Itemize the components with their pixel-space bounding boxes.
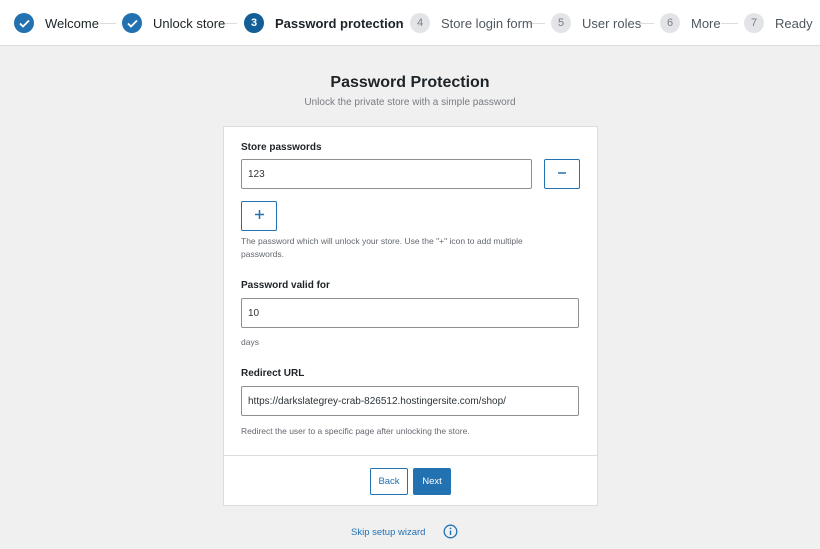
redirect-url-label: Redirect URL xyxy=(241,368,305,379)
valid-for-unit: days xyxy=(241,337,259,347)
step-number: 3 xyxy=(244,13,264,33)
card-divider xyxy=(224,455,597,456)
plus-icon xyxy=(254,207,265,225)
step-number: 5 xyxy=(551,13,571,33)
info-icon[interactable] xyxy=(443,524,458,539)
minus-icon xyxy=(557,165,567,183)
setup-wizard-stepper: Welcome Unlock store 3 Password protecti… xyxy=(0,0,820,46)
step-label: Password protection xyxy=(275,15,404,31)
password-valid-for-input[interactable] xyxy=(241,298,579,328)
step-number: 6 xyxy=(660,13,680,33)
redirect-url-help: Redirect the user to a specific page aft… xyxy=(241,426,470,436)
step-number: 4 xyxy=(410,13,430,33)
step-store-login-form[interactable]: 4 Store login form xyxy=(410,12,533,34)
step-label: Ready xyxy=(775,15,813,31)
step-number: 7 xyxy=(744,13,764,33)
step-more[interactable]: 6 More xyxy=(660,12,721,34)
remove-password-button[interactable] xyxy=(544,159,580,189)
step-label: Welcome xyxy=(45,15,99,31)
page-title: Password Protection xyxy=(330,74,490,91)
step-label: User roles xyxy=(582,15,642,31)
step-password-protection[interactable]: 3 Password protection xyxy=(244,12,404,34)
store-passwords-label: Store passwords xyxy=(241,142,322,153)
add-password-button[interactable] xyxy=(241,201,277,231)
step-label: Store login form xyxy=(441,15,533,31)
step-ready[interactable]: 7 Ready xyxy=(744,12,813,34)
step-label: More xyxy=(691,15,721,31)
redirect-url-input[interactable] xyxy=(241,386,579,416)
store-password-input[interactable] xyxy=(241,159,532,189)
step-label: Unlock store xyxy=(153,15,226,31)
back-button[interactable]: Back xyxy=(370,468,408,495)
check-icon xyxy=(14,13,34,33)
step-user-roles[interactable]: 5 User roles xyxy=(551,12,641,34)
next-button[interactable]: Next xyxy=(413,468,451,495)
password-valid-for-label: Password valid for xyxy=(241,280,330,291)
step-unlock-store[interactable]: Unlock store xyxy=(122,12,225,34)
step-connector xyxy=(100,23,116,24)
step-connector xyxy=(721,23,738,24)
check-icon xyxy=(122,13,142,33)
page-subtitle: Unlock the private store with a simple p… xyxy=(304,97,516,108)
step-welcome[interactable]: Welcome xyxy=(14,12,99,34)
password-protection-card: Store passwords The password which will … xyxy=(223,126,598,506)
skip-setup-wizard-link[interactable]: Skip setup wizard xyxy=(351,527,425,538)
store-passwords-help: The password which will unlock your stor… xyxy=(241,236,523,259)
